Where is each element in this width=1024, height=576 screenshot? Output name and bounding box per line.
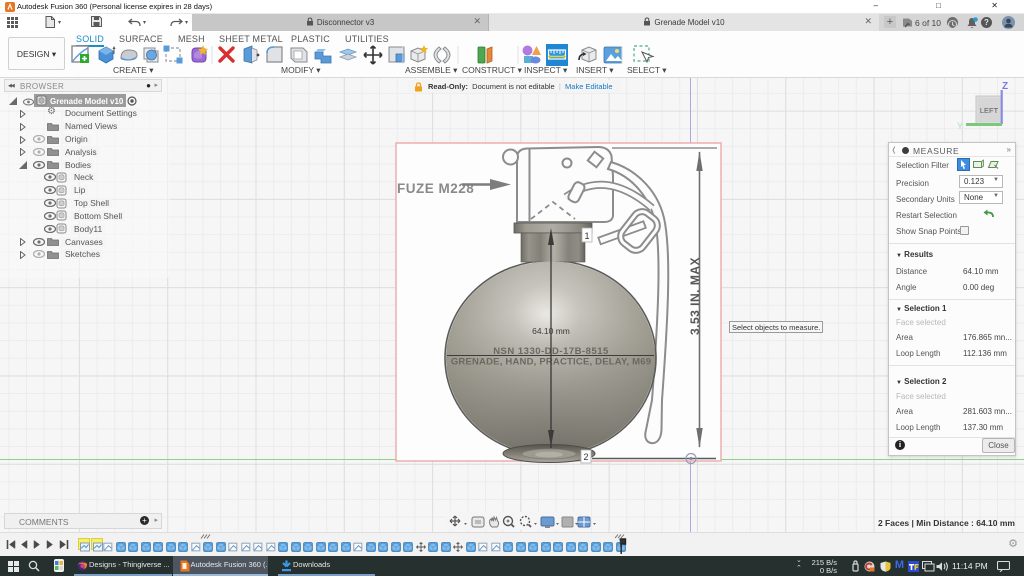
svg-text:3.53 IN. MAX: 3.53 IN. MAX	[688, 257, 702, 335]
svg-text:1: 1	[584, 231, 589, 241]
svg-text:Y: Y	[957, 121, 963, 131]
svg-text:LEFT: LEFT	[980, 106, 999, 115]
svg-text:2: 2	[583, 452, 588, 462]
svg-text:64.10 mm: 64.10 mm	[532, 326, 570, 336]
svg-text:FUZE M228: FUZE M228	[397, 181, 474, 196]
svg-text:Z: Z	[1002, 81, 1008, 92]
